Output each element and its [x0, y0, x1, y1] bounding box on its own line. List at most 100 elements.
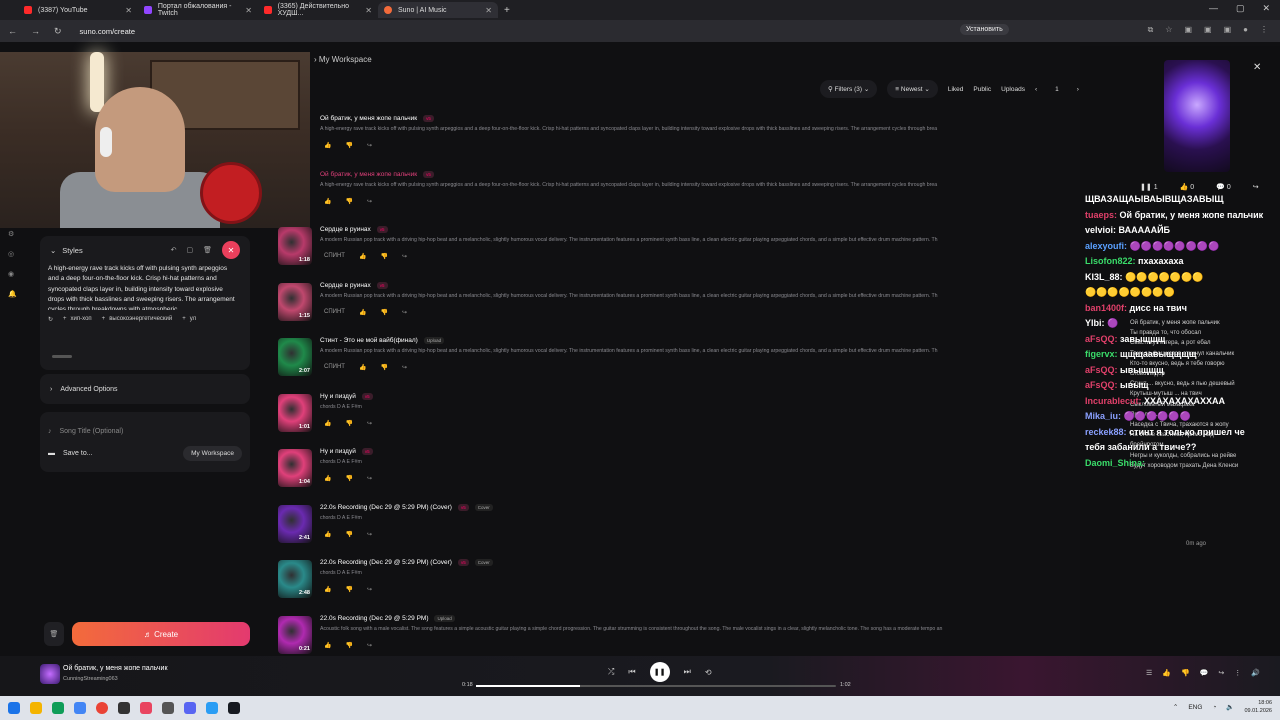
- url-field[interactable]: suno.com/create: [80, 27, 135, 36]
- extension-icon[interactable]: ▣: [1224, 25, 1232, 35]
- chat-username[interactable]: aFsQQ:: [1085, 380, 1118, 390]
- close-window-icon[interactable]: ✕: [1262, 3, 1270, 14]
- share-icon[interactable]: ↪: [402, 253, 407, 260]
- nav-icon[interactable]: ◉: [8, 270, 24, 278]
- chat-username[interactable]: Daomi_Shina:: [1085, 458, 1145, 468]
- volume-icon[interactable]: 🔊: [1251, 669, 1260, 677]
- song-row[interactable]: 2:41 22.0s Recording (Dec 29 @ 5:29 PM) (…: [276, 499, 1016, 555]
- dislike-icon[interactable]: 👎: [345, 198, 352, 205]
- like-icon[interactable]: 👍: [324, 531, 331, 538]
- close-panel-icon[interactable]: ✕: [1253, 62, 1261, 73]
- profile-icon[interactable]: ●: [1243, 25, 1248, 35]
- start-icon[interactable]: [8, 702, 20, 714]
- close-tab-icon[interactable]: ✕: [125, 6, 132, 15]
- reload-icon[interactable]: ↻: [54, 26, 62, 37]
- lang-indicator[interactable]: ENG: [1188, 704, 1202, 711]
- app-icon[interactable]: [162, 702, 174, 714]
- song-row[interactable]: 1:18 Сердце в руинах v5 A modern Russian po…: [276, 221, 1016, 277]
- persona-label[interactable]: СПИНТ: [324, 364, 345, 371]
- next-page-icon[interactable]: ›: [1077, 86, 1079, 93]
- tray-chevron-icon[interactable]: ⌃: [1173, 703, 1178, 711]
- tab-youtube[interactable]: (3387) YouTube ✕: [18, 2, 138, 18]
- player-cover-art[interactable]: [40, 664, 60, 684]
- dislike-icon[interactable]: 👎: [380, 309, 387, 316]
- maximize-icon[interactable]: ▢: [1236, 3, 1245, 14]
- comment-icon[interactable]: 💬: [1200, 669, 1209, 677]
- uploads-filter[interactable]: Uploads: [1001, 86, 1025, 93]
- chat-username[interactable]: Incurablecut:: [1085, 396, 1142, 406]
- dislike-icon[interactable]: 👎: [380, 253, 387, 260]
- like-icon[interactable]: 👍: [359, 253, 366, 260]
- copy-icon[interactable]: ▢: [186, 246, 193, 254]
- nav-icon[interactable]: ⚙: [8, 230, 24, 238]
- tab-twitch[interactable]: Портал обжалования - Twitch ✕: [138, 2, 258, 18]
- bell-icon[interactable]: 🔔: [8, 290, 24, 298]
- chat-username[interactable]: reckek88:: [1085, 427, 1127, 437]
- nav-icon[interactable]: ◎: [8, 250, 24, 258]
- close-tab-icon[interactable]: ✕: [485, 6, 492, 15]
- next-icon[interactable]: ⏭: [684, 667, 691, 677]
- more-icon[interactable]: ⋮: [1234, 669, 1241, 677]
- song-thumbnail[interactable]: 1:18: [278, 227, 312, 265]
- app-icon[interactable]: [52, 702, 64, 714]
- song-row[interactable]: Ой братик, у меня жопе пальчик v5 A high-e…: [276, 110, 1016, 166]
- app-icon[interactable]: [206, 702, 218, 714]
- like-icon[interactable]: 👍: [359, 364, 366, 371]
- sort-button[interactable]: ≡ Newest ⌄: [887, 80, 938, 98]
- minimize-icon[interactable]: —: [1209, 3, 1218, 14]
- dislike-icon[interactable]: 👎: [345, 475, 352, 482]
- steam-icon[interactable]: [228, 702, 240, 714]
- create-button[interactable]: ♬ Create: [72, 622, 250, 646]
- star-icon[interactable]: ☆: [1165, 25, 1172, 35]
- song-thumbnail[interactable]: 2:07: [278, 338, 312, 376]
- share-icon[interactable]: ↪: [367, 642, 372, 649]
- wifi-icon[interactable]: ◔: [1212, 704, 1216, 711]
- persona-label[interactable]: СПИНТ: [324, 309, 345, 316]
- song-title-input[interactable]: Song Title (Optional): [60, 428, 124, 435]
- prev-page-icon[interactable]: ‹: [1035, 86, 1037, 93]
- dislike-icon[interactable]: 👎: [345, 642, 352, 649]
- share-icon[interactable]: ↪: [367, 586, 372, 593]
- clock[interactable]: 18:06 09.01.2026: [1244, 699, 1272, 715]
- song-thumbnail[interactable]: 0:21: [278, 615, 312, 654]
- dislike-icon[interactable]: 👎: [345, 420, 352, 427]
- dislike-icon[interactable]: 👎: [380, 364, 387, 371]
- app-icon[interactable]: [74, 702, 86, 714]
- trash-icon[interactable]: 🗑: [203, 246, 212, 254]
- chat-username[interactable]: velvioi:: [1085, 225, 1116, 235]
- song-thumbnail[interactable]: 2:41: [278, 504, 312, 543]
- chat-username[interactable]: alexyoufi:: [1085, 241, 1127, 251]
- chat-username[interactable]: KI3L_88:: [1085, 272, 1123, 282]
- dislike-icon[interactable]: 👎: [345, 142, 352, 149]
- forward-icon[interactable]: →: [31, 26, 40, 37]
- chat-username[interactable]: Lisofon822:: [1085, 256, 1136, 266]
- volume-icon[interactable]: 🔈: [1226, 703, 1234, 711]
- song-row[interactable]: 1:15 Сердце в руинах v5 A modern Russian po…: [276, 277, 1016, 333]
- likes-count[interactable]: 👍 0: [1180, 183, 1195, 191]
- like-icon[interactable]: 👍: [324, 198, 331, 205]
- repeat-icon[interactable]: ⟲: [705, 668, 712, 677]
- tab-youtube-2[interactable]: (3365) Действительно ХУДШ... ✕: [258, 2, 378, 18]
- new-tab-button[interactable]: +: [504, 5, 510, 16]
- persona-label[interactable]: СПИНТ: [324, 253, 345, 260]
- styles-textarea[interactable]: A high-energy rave track kicks off with …: [40, 264, 250, 310]
- share-icon[interactable]: ↪: [1218, 669, 1224, 677]
- song-thumbnail[interactable]: 1:15: [278, 282, 312, 321]
- chat-username[interactable]: aFsQQ:: [1085, 334, 1118, 344]
- workspace-select-button[interactable]: My Workspace: [183, 445, 242, 461]
- song-thumbnail[interactable]: 1:01: [278, 393, 312, 432]
- close-tab-icon[interactable]: ✕: [365, 6, 372, 15]
- chat-username[interactable]: tuaeps:: [1085, 210, 1117, 220]
- comments-count[interactable]: 💬 0: [1216, 183, 1231, 191]
- progress-slider[interactable]: [476, 685, 836, 687]
- discord-icon[interactable]: [184, 702, 196, 714]
- tab-suno[interactable]: Suno | AI Music ✕: [378, 2, 498, 18]
- clear-all-button[interactable]: 🗑: [44, 622, 64, 646]
- like-icon[interactable]: 👍: [1162, 669, 1171, 677]
- song-thumbnail[interactable]: 2:48: [278, 560, 312, 598]
- style-chip[interactable]: + ул: [182, 316, 196, 323]
- shuffle-icon[interactable]: ⤮: [608, 667, 614, 677]
- share-icon[interactable]: ↪: [367, 531, 372, 538]
- chat-username[interactable]: Ylbi:: [1085, 318, 1105, 328]
- close-tab-icon[interactable]: ✕: [245, 6, 252, 15]
